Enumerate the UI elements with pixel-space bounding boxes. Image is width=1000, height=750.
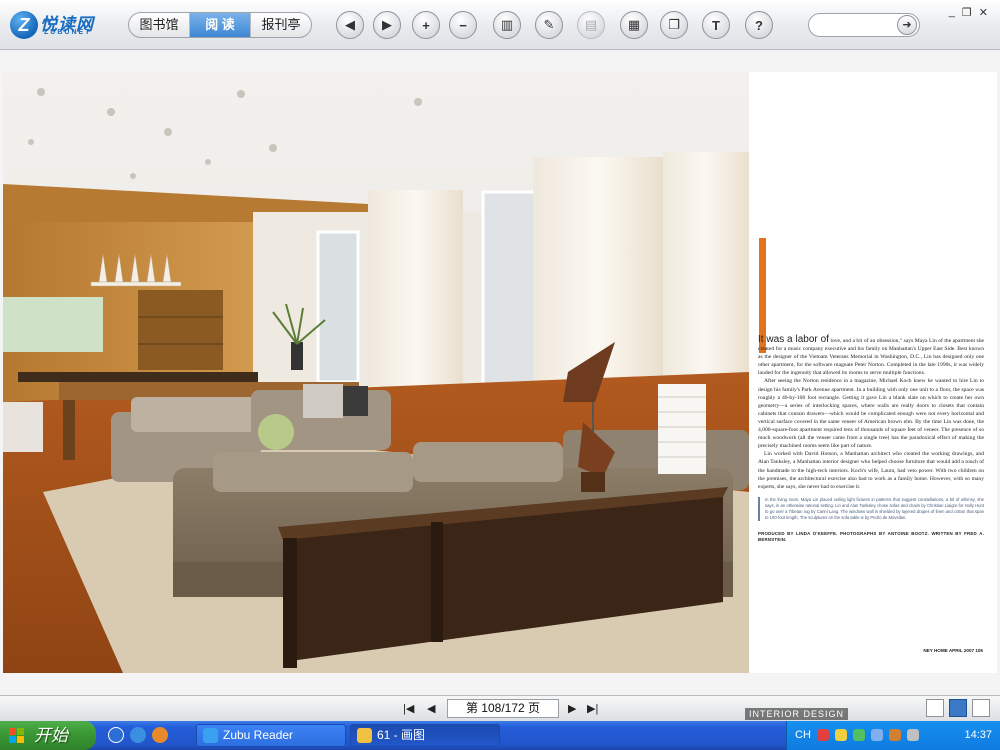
tray-volume-icon[interactable] [871,729,883,741]
print-icon: ▤ [584,17,598,32]
app-logo: Z 悦读网 ZUBUNET [10,8,106,42]
minimize-icon[interactable]: _ [949,6,955,19]
help-icon: ? [755,17,763,33]
start-button[interactable]: 开始 [0,721,96,750]
article-paragraph-1: It was a labor of love, and a bit of an … [758,334,984,377]
last-page-icon[interactable]: ▶| [587,702,598,715]
language-indicator[interactable]: CH [795,729,811,741]
zoom-in-icon: + [422,17,430,33]
fullscreen-view-icon[interactable] [972,699,990,717]
copy-icon: ❐ [668,17,680,32]
tab-1[interactable]: 阅 读 [190,13,251,37]
page-navigation-bar: |◀ ◀ 第 108/172 页 ▶ ▶| INTERIOR DESIGN [0,695,1000,721]
clock[interactable]: 14:37 [964,729,992,741]
previous-page-icon: ◀ [345,17,355,32]
save-icon: ▦ [627,17,641,32]
quicklaunch-m-icon[interactable] [108,727,124,743]
article-paragraph-3: Lin worked with David Hotson, a Manhatta… [758,451,984,490]
tray-app-icon[interactable] [817,729,829,741]
zoom-in-button[interactable]: + [412,11,440,39]
text-button[interactable]: T [702,11,730,39]
tray-app-icon[interactable] [835,729,847,741]
tab-0[interactable]: 图书馆 [129,13,190,37]
system-tray: CH 14:37 [786,721,1000,750]
bookshelf-icon: ▥ [500,17,514,32]
next-page-button[interactable]: ▶ [373,11,401,39]
article-paragraph-2: After seeing the Norton residence in a m… [758,378,984,450]
restore-icon[interactable]: ❐ [962,6,972,19]
living-room-photo [3,72,749,673]
article-dropcap: It was a labor of [758,334,829,345]
save-button[interactable]: ▦ [620,11,648,39]
task-label: Zubu Reader [223,728,294,742]
page-folio: NEY HOME APRIL 2007 105 [923,648,983,653]
single-page-view-icon[interactable] [926,699,944,717]
tray-network-icon[interactable] [853,729,865,741]
reading-area: It was a labor of love, and a bit of an … [0,51,1000,695]
annotate-button[interactable]: ✎ [535,11,563,39]
task-label: 61 - 画图 [377,728,426,742]
zoom-out-button[interactable]: − [449,11,477,39]
interior-photo-illustration [3,72,749,673]
text-icon: T [712,17,720,33]
help-button[interactable]: ? [745,11,773,39]
mode-tabs: 图书馆阅 读报刊亭 [128,12,312,38]
print-button[interactable]: ▤ [577,11,605,39]
task-paint[interactable]: 61 - 画图 [350,724,500,747]
quicklaunch-ie-icon[interactable] [130,727,146,743]
logo-z-icon: Z [10,11,38,39]
start-label: 开始 [34,726,68,745]
previous-page-button[interactable]: ◀ [336,11,364,39]
first-page-icon[interactable]: |◀ [403,702,414,715]
zubu-app-icon [203,728,218,743]
article-credit: PRODUCED BY LINDA O'KEEFFE. PHOTOGRAPHS … [758,530,984,542]
search-input[interactable]: ➜ [808,13,920,37]
bookshelf-button[interactable]: ▥ [493,11,521,39]
tab-2[interactable]: 报刊亭 [251,13,311,37]
tray-app-icon[interactable] [907,729,919,741]
main-toolbar: Z 悦读网 ZUBUNET 图书馆阅 读报刊亭 ◀ ▶ + − ▥ ✎ ▤ ▦ ❐ T? ➜ _ … [0,0,1000,50]
annotate-icon: ✎ [543,17,555,32]
previous-page-icon[interactable]: ◀ [427,702,435,715]
close-icon[interactable]: ✕ [979,6,988,19]
article-column: It was a labor of love, and a bit of an … [749,72,997,673]
photo-caption: In the living room, Maya Lin placed ceil… [758,496,984,521]
view-mode-group [926,699,990,717]
page-number-field[interactable]: 第 108/172 页 [447,699,559,718]
copy-button[interactable]: ❐ [660,11,688,39]
double-page-view-icon[interactable] [949,699,967,717]
tray-app-icon[interactable] [889,729,901,741]
quicklaunch-firefox-icon[interactable] [152,727,168,743]
logo-subtitle: ZUBUNET [44,29,92,36]
article-body: It was a labor of love, and a bit of an … [758,334,984,543]
paint-app-icon [357,728,372,743]
task-zubu-reader[interactable]: Zubu Reader [196,724,346,747]
watermark-text: INTERIOR DESIGN [745,708,849,720]
zoom-out-icon: − [459,17,467,33]
next-page-icon[interactable]: ▶ [568,702,576,715]
next-page-icon: ▶ [382,17,392,32]
windows-flag-icon [9,728,25,743]
windows-taskbar: 开始 Zubu Reader 61 - 画图 CH 14:37 [0,721,1000,750]
search-go-icon[interactable]: ➜ [897,15,917,35]
window-controls: _ ❐ ✕ [949,6,988,19]
